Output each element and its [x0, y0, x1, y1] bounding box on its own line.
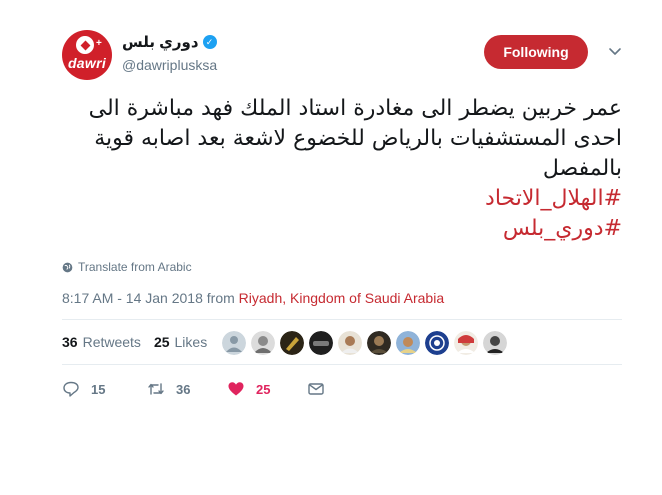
liker-avatar[interactable]	[396, 331, 420, 355]
default-avatar-icon	[222, 331, 246, 355]
portrait-avatar-icon	[483, 331, 507, 355]
plus-icon: +	[96, 38, 102, 49]
divider	[62, 319, 622, 320]
tweet-metadata: 8:17 AM - 14 Jan 2018 from Riyadh, Kingd…	[62, 290, 444, 306]
likes-count: 25	[153, 334, 170, 350]
retweet-icon	[148, 383, 164, 395]
liker-avatar[interactable]	[222, 331, 246, 355]
liker-avatar[interactable]	[280, 331, 304, 355]
avatar[interactable]: + dawri	[62, 30, 112, 80]
verified-badge-icon: ✓	[202, 35, 217, 49]
portrait-avatar-icon	[280, 331, 304, 355]
liker-avatar[interactable]	[251, 331, 275, 355]
liker-avatar[interactable]	[483, 331, 507, 355]
translate-link[interactable]: Translate from Arabic	[62, 260, 192, 274]
translate-label[interactable]: Translate from Arabic	[78, 260, 192, 274]
liker-avatar[interactable]	[367, 331, 391, 355]
liker-avatar[interactable]	[309, 331, 333, 355]
likes-label: Likes	[174, 334, 208, 350]
reply-button[interactable]: 15	[62, 380, 147, 398]
globe-icon	[62, 262, 73, 272]
liker-avatar[interactable]	[454, 331, 478, 355]
soccer-ball-icon	[76, 36, 94, 54]
heart-icon	[228, 382, 244, 396]
liker-avatar[interactable]	[425, 331, 449, 355]
portrait-avatar-icon	[367, 331, 391, 355]
portrait-avatar-icon	[338, 331, 362, 355]
portrait-avatar-icon	[309, 331, 333, 355]
tweet-line: عمر خربين يضطر الى مغادرة استاد الملك فه…	[88, 96, 622, 121]
likes-stat[interactable]: 25 Likes	[154, 334, 207, 350]
club-logo-icon	[425, 331, 449, 355]
portrait-avatar-icon	[396, 331, 420, 355]
retweets-stat[interactable]: 36 Retweets	[62, 334, 141, 350]
liker-avatar[interactable]	[338, 331, 362, 355]
hashtag-link[interactable]: #دوري_بلس	[60, 214, 622, 244]
divider	[62, 364, 622, 365]
likers-avatars	[222, 331, 507, 355]
display-name[interactable]: دوري بلس	[122, 33, 199, 51]
following-button[interactable]: Following	[484, 35, 588, 69]
chevron-down-icon[interactable]	[608, 44, 622, 58]
retweet-count: 36	[176, 381, 191, 397]
hashtag-link[interactable]: #الهلال_الاتحاد	[60, 184, 622, 214]
retweets-label: Retweets	[82, 334, 141, 350]
portrait-avatar-icon	[454, 331, 478, 355]
tweet-actions: 15 36 25	[62, 380, 325, 398]
direct-message-button[interactable]	[307, 380, 325, 398]
user-handle[interactable]: @dawriplusksa	[122, 57, 217, 73]
tweet-line: بالمفصل	[542, 156, 622, 181]
portrait-avatar-icon	[251, 331, 275, 355]
tweet-text: عمر خربين يضطر الى مغادرة استاد الملك فه…	[60, 94, 622, 244]
avatar-wordmark: dawri	[67, 55, 107, 71]
location-link[interactable]: Riyadh, Kingdom of Saudi Arabia	[239, 290, 444, 306]
timestamp[interactable]: 8:17 AM - 14 Jan 2018 from	[62, 290, 239, 306]
like-button[interactable]: 25	[227, 380, 307, 398]
like-count: 25	[256, 381, 271, 397]
envelope-icon	[308, 383, 324, 395]
tweet-stats: 36 Retweets 25 Likes	[62, 334, 220, 350]
tweet-line: احدى المستشفيات بالرياض للخضوع لاشعة بعد…	[94, 126, 622, 151]
reply-count: 15	[91, 381, 106, 397]
reply-icon	[63, 381, 79, 397]
author-name-row[interactable]: دوري بلس ✓	[122, 33, 217, 51]
retweet-button[interactable]: 36	[147, 380, 227, 398]
retweets-count: 36	[62, 334, 78, 350]
